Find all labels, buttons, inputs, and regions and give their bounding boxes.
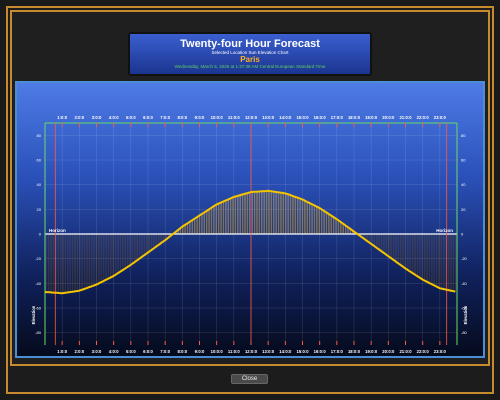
x-tick-label-top: 19:0:0 [365, 115, 378, 120]
x-tick-label-top: 1:0:0 [57, 115, 67, 120]
x-tick-label-top: 14:0:0 [279, 115, 292, 120]
y-tick-label-left: -60 [35, 306, 42, 311]
y-tick-label-right: 0 [461, 232, 464, 237]
x-tick-label-bottom: 13:0:0 [262, 349, 275, 354]
horizon-label-left: Horizon [49, 228, 66, 233]
y-tick-label-left: -80 [35, 330, 42, 335]
y-tick-label-left: 60 [37, 158, 42, 163]
x-tick-label-top: 16:0:0 [314, 115, 327, 120]
x-tick-label-top: 10:0:0 [211, 115, 224, 120]
y-tick-label-left: 20 [37, 207, 42, 212]
x-tick-label-top: 15:0:0 [296, 115, 309, 120]
chart-header: Twenty-four Hour Forecast Selected Locat… [128, 32, 372, 76]
y-tick-label-right: -80 [461, 330, 468, 335]
x-tick-label-bottom: 4:0:0 [109, 349, 119, 354]
x-tick-label-bottom: 10:0:0 [211, 349, 224, 354]
y-tick-label-left: -40 [35, 281, 42, 286]
x-tick-label-bottom: 2:0:0 [74, 349, 84, 354]
x-tick-label-top: 21:0:0 [399, 115, 412, 120]
x-tick-label-bottom: 12:0:0 [245, 349, 258, 354]
x-tick-label-bottom: 15:0:0 [296, 349, 309, 354]
x-tick-label-bottom: 6:0:0 [143, 349, 153, 354]
x-tick-label-bottom: 8:0:0 [177, 349, 187, 354]
datetime-label: Wednesday, March 5, 2025 at 1:37:38 AM C… [174, 64, 326, 69]
x-tick-label-top: 9:0:0 [195, 115, 205, 120]
x-tick-label-top: 23:0:0 [434, 115, 447, 120]
x-tick-label-bottom: 17:0:0 [331, 349, 344, 354]
x-tick-label-bottom: 7:0:0 [160, 349, 170, 354]
y-tick-label-right: 20 [461, 207, 466, 212]
x-tick-label-top: 11:0:0 [228, 115, 241, 120]
y-tick-label-right: 60 [461, 158, 466, 163]
x-tick-label-bottom: 21:0:0 [399, 349, 412, 354]
y-tick-label-left: 40 [37, 182, 42, 187]
x-tick-label-bottom: 22:0:0 [417, 349, 430, 354]
x-tick-label-bottom: 16:0:0 [314, 349, 327, 354]
x-tick-label-top: 6:0:0 [143, 115, 153, 120]
y-tick-label-right: 40 [461, 182, 466, 187]
sun-elevation-chart: 1:0:0 1:0:0 2:0:0 2:0:0 3:0:0 3:0:0 4:0:0 4:0:0… [15, 81, 485, 358]
x-tick-label-top: 4:0:0 [109, 115, 119, 120]
x-tick-label-bottom: 23:0:0 [434, 349, 447, 354]
y-tick-label-left: 80 [37, 133, 42, 138]
x-tick-label-top: 7:0:0 [160, 115, 170, 120]
x-tick-label-bottom: 19:0:0 [365, 349, 378, 354]
x-tick-label-top: 13:0:0 [262, 115, 275, 120]
x-tick-label-top: 5:0:0 [126, 115, 136, 120]
x-tick-label-top: 18:0:0 [348, 115, 361, 120]
x-tick-label-bottom: 3:0:0 [92, 349, 102, 354]
x-tick-label-top: 22:0:0 [417, 115, 430, 120]
x-tick-label-top: 3:0:0 [92, 115, 102, 120]
x-tick-label-bottom: 1:0:0 [57, 349, 67, 354]
y-axis-label-right: Elevation [463, 305, 468, 324]
x-tick-label-bottom: 18:0:0 [348, 349, 361, 354]
close-button[interactable]: Close [231, 374, 268, 384]
x-tick-label-bottom: 14:0:0 [279, 349, 292, 354]
x-tick-label-bottom: 20:0:0 [382, 349, 395, 354]
horizon-label-right: Horizon [436, 228, 453, 233]
x-tick-label-bottom: 11:0:0 [228, 349, 241, 354]
y-axis-label-left: Elevation [31, 305, 36, 324]
y-tick-label-left: 0 [39, 232, 42, 237]
x-tick-label-top: 17:0:0 [331, 115, 344, 120]
page-title: Twenty-four Hour Forecast [180, 38, 320, 50]
x-tick-label-bottom: 9:0:0 [195, 349, 205, 354]
x-tick-label-top: 2:0:0 [74, 115, 84, 120]
y-tick-label-right: -40 [461, 281, 468, 286]
x-tick-label-top: 8:0:0 [177, 115, 187, 120]
y-tick-label-right: 80 [461, 133, 466, 138]
chart-svg: 1:0:0 1:0:0 2:0:0 2:0:0 3:0:0 3:0:0 4:0:0 4:0:0… [31, 115, 468, 354]
x-tick-label-top: 12:0:0 [245, 115, 258, 120]
x-tick-label-top: 20:0:0 [382, 115, 395, 120]
y-tick-label-left: -20 [35, 256, 42, 261]
y-tick-label-right: -20 [461, 256, 468, 261]
location-label: Paris [240, 55, 260, 64]
x-tick-label-bottom: 5:0:0 [126, 349, 136, 354]
